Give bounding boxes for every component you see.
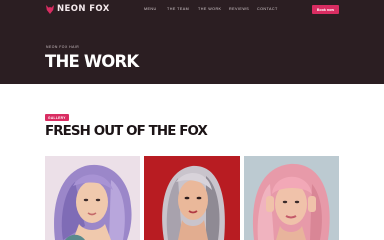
pink-bangs-portrait [244, 156, 339, 240]
nav-item-the-team[interactable]: THE TEAM [167, 7, 197, 11]
gallery-photo-pink[interactable] [244, 156, 339, 240]
top-nav: NEON FOX MENU THE TEAM THE WORK REVIEWS … [0, 0, 384, 19]
hero-banner: NEON FOX HAIR THE WORK [0, 19, 384, 84]
lavender-hair-portrait [45, 156, 140, 240]
logo[interactable]: NEON FOX [46, 4, 110, 14]
nav-item-the-work[interactable]: THE WORK [198, 7, 228, 11]
section-title: FRESH OUT OF THE FOX [45, 124, 208, 139]
gallery-photo-silver[interactable] [144, 156, 240, 240]
silver-hair-portrait [144, 156, 240, 240]
gallery-badge: GALLERY [45, 114, 69, 121]
breadcrumb: NEON FOX HAIR [46, 45, 80, 49]
book-now-button[interactable]: Book now [312, 5, 339, 14]
page-title: THE WORK [45, 52, 139, 71]
gallery-photo-lavender[interactable] [45, 156, 140, 240]
brand-name: NEON FOX [57, 4, 110, 14]
fox-logo-icon [46, 4, 54, 14]
nav-item-menu[interactable]: MENU [144, 7, 166, 11]
nav-item-contact[interactable]: CONTACT [257, 7, 287, 11]
nav-item-reviews[interactable]: REVIEWS [229, 7, 259, 11]
